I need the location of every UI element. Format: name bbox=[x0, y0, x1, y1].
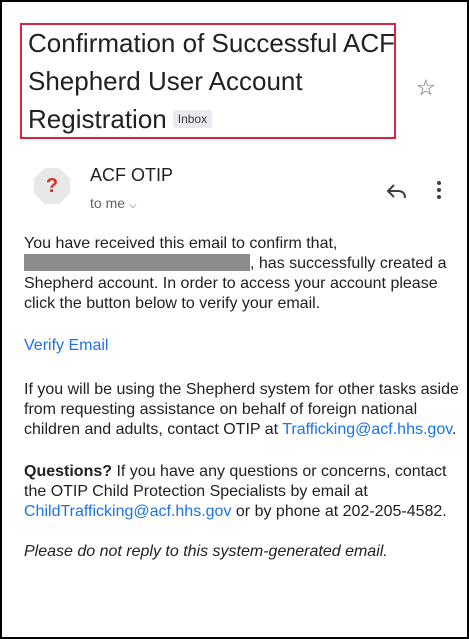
email-subject: Confirmation of Successful ACF Shepherd … bbox=[28, 24, 398, 138]
inbox-label-badge[interactable]: Inbox bbox=[172, 110, 213, 128]
recipient-text: to me bbox=[90, 195, 126, 211]
phone-text: or by phone at 202-205-4582. bbox=[231, 503, 447, 520]
body-paragraph-other-tasks: If you will be using the Shepherd system… bbox=[24, 380, 462, 440]
redacted-name bbox=[24, 254, 250, 271]
child-trafficking-email-link[interactable]: ChildTrafficking@acf.hhs.gov bbox=[24, 503, 231, 520]
email-body: You have received this email to confirm … bbox=[24, 234, 462, 562]
star-icon[interactable]: ☆ bbox=[416, 77, 436, 99]
more-vert-icon[interactable] bbox=[436, 180, 442, 205]
no-reply-note: Please do not reply to this system-gener… bbox=[24, 543, 388, 560]
verify-email-paragraph: Verify Email bbox=[24, 336, 462, 356]
verify-email-link[interactable]: Verify Email bbox=[24, 337, 108, 354]
body-paragraph-confirm: You have received this email to confirm … bbox=[24, 234, 462, 314]
sender-avatar[interactable]: ? bbox=[34, 168, 70, 204]
email-view: Confirmation of Successful ACF Shepherd … bbox=[0, 0, 469, 639]
confirm-text-start: You have received this email to confirm … bbox=[24, 235, 338, 252]
chevron-down-icon: ⌵ bbox=[129, 200, 137, 211]
sender-name[interactable]: ACF OTIP bbox=[90, 165, 173, 186]
recipient-toggle[interactable]: to me ⌵ bbox=[90, 195, 137, 211]
questions-heading: Questions? bbox=[24, 463, 113, 480]
period-text: . bbox=[452, 421, 457, 438]
avatar-letter: ? bbox=[45, 174, 59, 197]
trafficking-email-link[interactable]: Trafficking@acf.hhs.gov bbox=[282, 421, 452, 438]
reply-icon[interactable] bbox=[386, 183, 408, 204]
body-paragraph-questions: Questions? If you have any questions or … bbox=[24, 462, 462, 522]
